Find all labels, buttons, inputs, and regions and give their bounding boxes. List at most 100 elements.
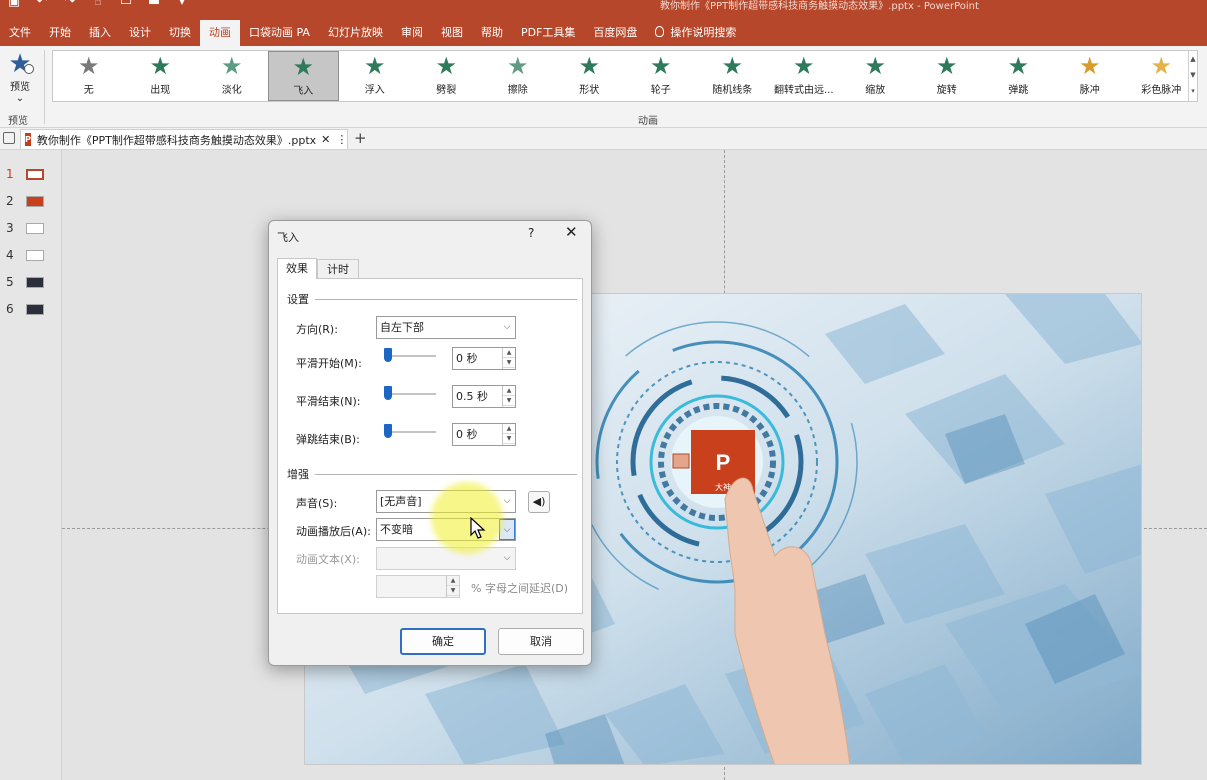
slider-thumb[interactable]: [384, 424, 392, 438]
animation-effect-label: 缩放: [865, 85, 886, 96]
lightbulb-icon: [655, 26, 665, 37]
more-icon[interactable]: ⋮: [336, 133, 347, 146]
enhance-section-label: 增强: [287, 468, 309, 481]
animation-effect-label: 彩色脉冲: [1141, 85, 1182, 96]
menu-tab-label: 插入: [89, 26, 111, 39]
slide-thumbnail[interactable]: 1: [6, 164, 56, 184]
animation-effect-15[interactable]: ★ 彩色脉冲: [1126, 51, 1198, 101]
preview-button[interactable]: ★ 预览 ⌄: [2, 50, 38, 108]
animation-effect-10[interactable]: ★ 翻转式由远...: [768, 51, 840, 101]
bounce-end-slider[interactable]: [384, 424, 436, 438]
ok-button[interactable]: 确定: [400, 628, 486, 655]
dialog-close-button[interactable]: ✕: [565, 223, 578, 241]
spin-up-icon[interactable]: ▲: [503, 424, 515, 434]
slider-thumb[interactable]: [384, 348, 392, 362]
smooth-end-slider[interactable]: [384, 386, 436, 400]
letter-delay-spinner: ▲ ▼: [376, 575, 460, 598]
cancel-button[interactable]: 取消: [498, 628, 584, 655]
menu-tab-5[interactable]: 动画: [200, 20, 240, 46]
after-animation-value: 不变暗: [380, 523, 413, 536]
spin-down-icon[interactable]: ▼: [503, 434, 515, 444]
menu-tab-4[interactable]: 切换: [160, 20, 200, 46]
spinner-arrows[interactable]: ▲ ▼: [502, 348, 515, 369]
section-divider: [315, 473, 577, 475]
save-icon[interactable]: ▣: [6, 0, 22, 10]
animation-effect-4[interactable]: ★ 浮入: [339, 51, 411, 101]
new-file-icon[interactable]: ▭: [118, 0, 134, 10]
redo-icon[interactable]: ↷: [62, 0, 78, 10]
tab-effect[interactable]: 效果: [277, 258, 317, 279]
animation-effect-2[interactable]: ★ 淡化: [196, 51, 268, 101]
spin-up-icon[interactable]: ▲: [503, 348, 515, 358]
menu-tab-2[interactable]: 插入: [80, 20, 120, 46]
customize-qat-icon[interactable]: ▾: [174, 0, 190, 10]
spin-down-icon[interactable]: ▼: [503, 396, 515, 406]
slide-thumbnail[interactable]: 5: [6, 272, 56, 292]
menu-tab-1[interactable]: 开始: [40, 20, 80, 46]
spinner-arrows[interactable]: ▲ ▼: [502, 386, 515, 407]
star-icon: ★: [1078, 52, 1101, 80]
undo-icon[interactable]: ↶: [34, 0, 50, 10]
spinner-arrows[interactable]: ▲ ▼: [502, 424, 515, 445]
menu-tab-11[interactable]: PDF工具集: [512, 20, 584, 46]
chevron-down-icon: ⌵: [503, 553, 511, 563]
animation-effect-14[interactable]: ★ 脉冲: [1054, 51, 1126, 101]
spin-down-icon[interactable]: ▼: [503, 358, 515, 368]
slide-thumbnail[interactable]: 2: [6, 191, 56, 211]
close-icon[interactable]: ✕: [321, 133, 330, 146]
document-tab[interactable]: P 教你制作《PPT制作超带感科技商务触摸动态效果》.pptx ✕ ⋮: [20, 129, 348, 149]
help-button[interactable]: ?: [528, 226, 534, 240]
animation-effect-13[interactable]: ★ 弹跳: [983, 51, 1055, 101]
slider-thumb[interactable]: [384, 386, 392, 400]
open-folder-icon[interactable]: ▬: [146, 0, 162, 10]
animation-effect-1[interactable]: ★ 出现: [125, 51, 197, 101]
animation-effect-12[interactable]: ★ 旋转: [911, 51, 983, 101]
star-icon: ★: [935, 52, 958, 80]
slide-thumbnail[interactable]: 6: [6, 299, 56, 319]
home-icon[interactable]: [3, 132, 15, 144]
slide-thumbnail[interactable]: 4: [6, 245, 56, 265]
menu-tab-10[interactable]: 帮助: [472, 20, 512, 46]
direction-label: 方向(R):: [296, 323, 338, 336]
menu-tab-8[interactable]: 审阅: [392, 20, 432, 46]
direction-select[interactable]: 自左下部 ⌵: [376, 316, 516, 339]
window-title: 教你制作《PPT制作超带感科技商务触摸动态效果》.pptx - PowerPoi…: [660, 1, 979, 12]
spin-up-icon[interactable]: ▲: [503, 386, 515, 396]
svg-text:P: P: [716, 450, 731, 475]
slide-preview: [26, 222, 44, 234]
slide-thumbnail[interactable]: 3: [6, 218, 56, 238]
smooth-end-spinner[interactable]: 0.5 秒 ▲ ▼: [452, 385, 516, 408]
bounce-end-spinner[interactable]: 0 秒 ▲ ▼: [452, 423, 516, 446]
animation-effect-label: 脉冲: [1079, 85, 1100, 96]
animation-effect-7[interactable]: ★ 形状: [554, 51, 626, 101]
tab-timing[interactable]: 计时: [317, 259, 359, 279]
menu-tab-6[interactable]: 口袋动画 PA: [240, 20, 319, 46]
animation-effect-5[interactable]: ★ 劈裂: [411, 51, 483, 101]
speaker-icon[interactable]: ◀): [528, 491, 550, 513]
animation-effect-9[interactable]: ★ 随机线条: [697, 51, 769, 101]
animation-effect-8[interactable]: ★ 轮子: [625, 51, 697, 101]
menu-tab-12[interactable]: 百度网盘: [584, 20, 646, 46]
animation-effect-11[interactable]: ★ 缩放: [840, 51, 912, 101]
menu-tab-3[interactable]: 设计: [120, 20, 160, 46]
smooth-start-spinner[interactable]: 0 秒 ▲ ▼: [452, 347, 516, 370]
menu-tab-0[interactable]: 文件: [0, 20, 40, 46]
animation-effect-0[interactable]: ★ 无: [53, 51, 125, 101]
animation-effect-label: 无: [83, 85, 94, 96]
animation-effect-label: 弹跳: [1008, 85, 1029, 96]
menu-tab-13[interactable]: 操作说明搜索: [646, 20, 745, 46]
animation-effect-3[interactable]: ★ 飞入: [267, 51, 339, 101]
menu-tab-7[interactable]: 幻灯片放映: [319, 20, 392, 46]
gallery-scroll[interactable]: ▲ ▼ ▾: [1188, 51, 1197, 101]
sound-value: [无声音]: [380, 495, 422, 508]
menu-tab-label: 操作说明搜索: [670, 26, 737, 39]
animation-gallery: ★ 无 ★ 出现 ★ 淡化 ★ 飞入 ★ 浮入 ★ 劈裂 ★ 擦除 ★ 形状 ★ 轮子 ★ 随机线条 ★ 翻转式由远...…: [52, 50, 1198, 102]
bounce-end-value: 0 秒: [456, 428, 478, 441]
new-tab-button[interactable]: +: [354, 129, 367, 147]
menu-tab-label: 切换: [169, 26, 191, 39]
smooth-start-slider[interactable]: [384, 348, 436, 362]
animation-effect-6[interactable]: ★ 擦除: [482, 51, 554, 101]
menu-tab-9[interactable]: 视图: [432, 20, 472, 46]
title-bar: ▣ ↶ ↷ ☝ ▭ ▬ ▾ 教你制作《PPT制作超带感科技商务触摸动态效果》.p…: [0, 0, 1207, 46]
touch-mode-icon[interactable]: ☝: [90, 0, 106, 10]
